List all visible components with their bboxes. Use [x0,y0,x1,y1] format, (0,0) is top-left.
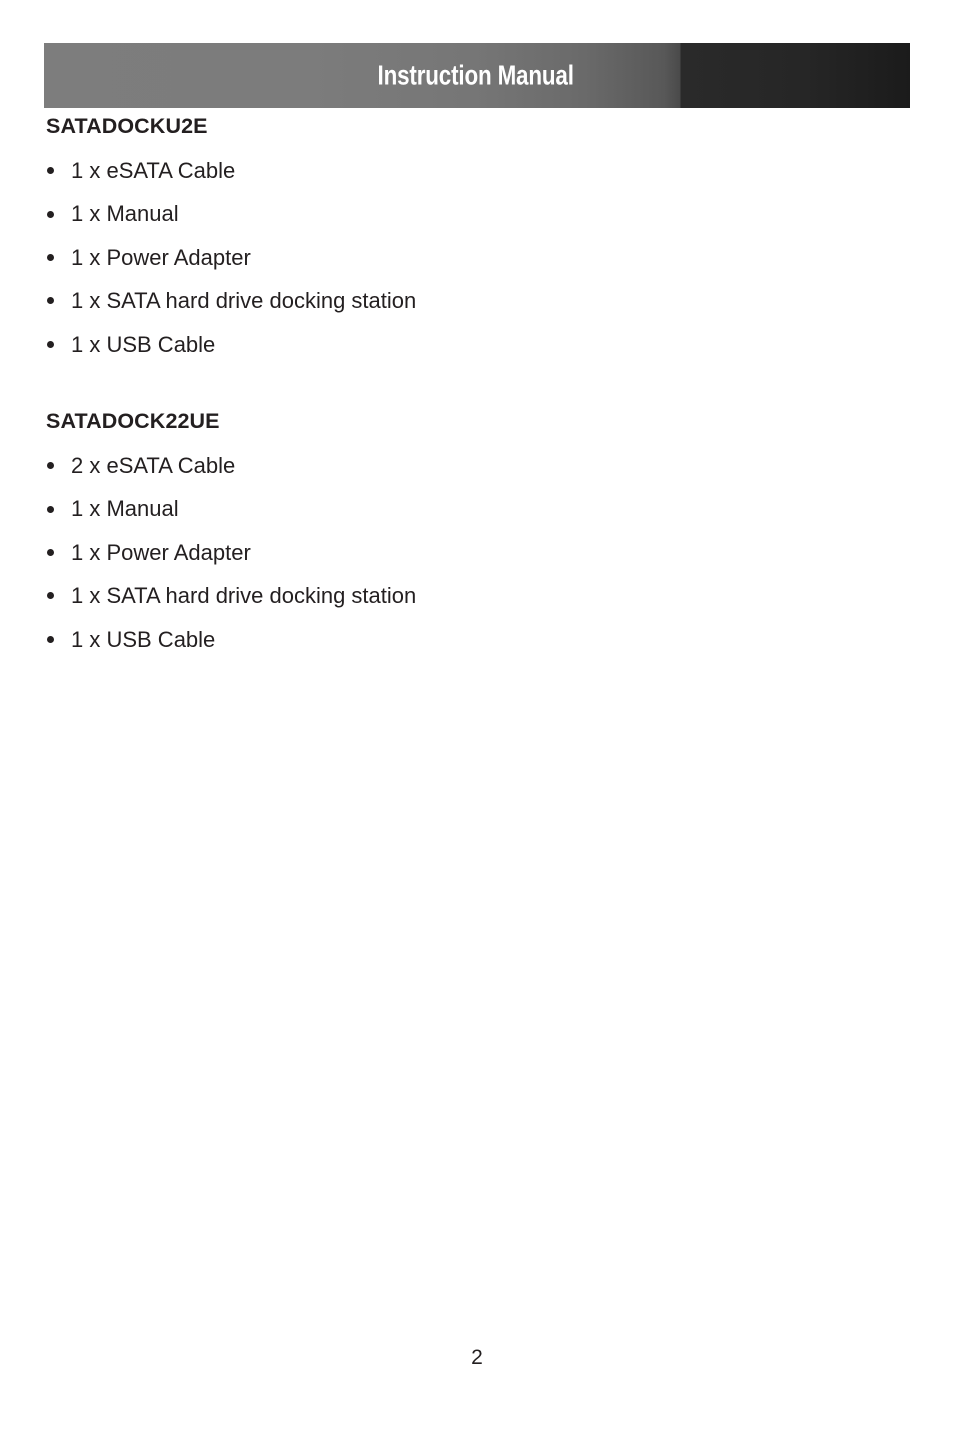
list-item: 1 x Power Adapter [46,236,908,279]
bullet-icon [47,253,54,261]
list-item: 1 x eSATA Cable [46,149,908,192]
list-item: 1 x Manual [46,487,908,530]
list-item: 1 x SATA hard drive docking station [46,574,908,617]
list-item-label: 1 x Power Adapter [71,244,251,270]
list-item-label: 1 x Manual [71,496,179,522]
page-header-title: Instruction Manual [44,58,910,90]
list-item: 2 x eSATA Cable [46,444,908,487]
page-header-title-text: Instruction Manual [377,58,575,90]
bullet-icon [47,167,54,175]
list-item: 1 x SATA hard drive docking station [46,279,908,322]
bullet-icon [47,210,54,218]
list-item-label: 2 x eSATA Cable [71,452,236,478]
page-number: 2 [471,1346,483,1369]
section-heading: SATADOCK22UE [46,408,220,433]
bullet-icon [47,548,54,556]
document-content: SATADOCKU2E 1 x eSATA Cable 1 x Manual 1… [46,112,908,661]
list-item-label: 1 x USB Cable [71,331,216,357]
list-item-label: 1 x Power Adapter [71,539,251,565]
list-item: 1 x Power Adapter [46,531,908,574]
package-contents-list: 1 x eSATA Cable 1 x Manual 1 x Power Ada… [46,149,908,366]
section-satadock22ue: SATADOCK22UE 2 x eSATA Cable 1 x Manual … [46,407,908,661]
bullet-icon [47,340,54,348]
list-item-label: 1 x SATA hard drive docking station [71,288,417,314]
section-satadocku2e: SATADOCKU2E 1 x eSATA Cable 1 x Manual 1… [46,112,908,366]
bullet-icon [47,462,54,470]
list-item: 1 x Manual [46,192,908,235]
document-page: Instruction Manual SATADOCKU2E 1 x eSATA… [0,0,954,1431]
list-item: 1 x USB Cable [46,618,908,661]
section-heading: SATADOCKU2E [46,114,208,138]
page-header-banner: Instruction Manual [44,43,910,108]
bullet-icon [47,635,54,643]
package-contents-list: 2 x eSATA Cable 1 x Manual 1 x Power Ada… [46,444,908,661]
bullet-icon [47,592,54,600]
list-item: 1 x USB Cable [46,323,908,366]
list-item-label: 1 x SATA hard drive docking station [71,583,417,609]
list-item-label: 1 x eSATA Cable [71,158,236,183]
bullet-icon [47,297,54,305]
bullet-icon [47,505,54,513]
list-item-label: 1 x Manual [71,201,179,227]
list-item-label: 1 x USB Cable [71,626,216,652]
